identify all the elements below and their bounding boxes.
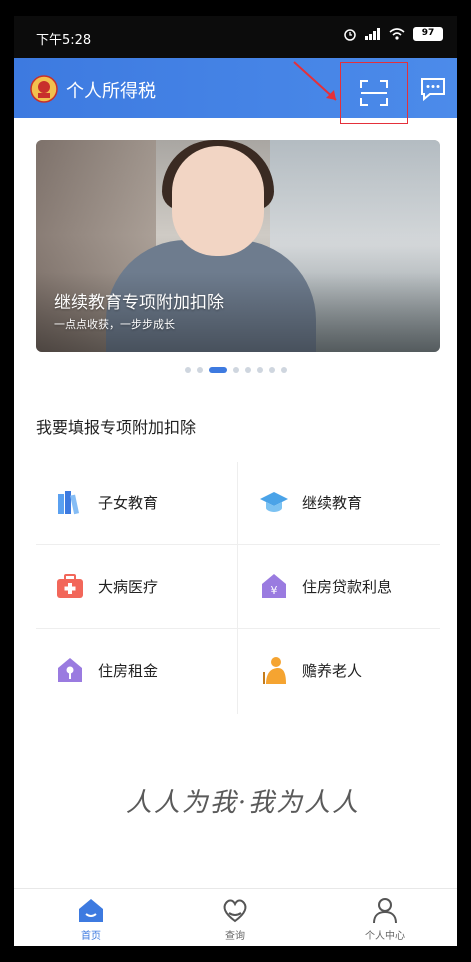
carousel-dot[interactable] <box>184 367 191 373</box>
carousel-dot[interactable] <box>208 367 227 373</box>
carousel-dot[interactable] <box>280 367 287 373</box>
carousel-dot[interactable] <box>232 367 239 373</box>
person-icon <box>373 898 397 924</box>
rent-key-icon <box>58 658 82 682</box>
section-title: 我要填报专项附加扣除 <box>36 418 197 437</box>
deduction-item-elderly-support[interactable]: 赡养老人 <box>240 630 440 710</box>
banner-carousel[interactable]: 继续教育专项附加扣除 一点点收获，一步步成长 <box>36 140 440 352</box>
books-icon <box>58 491 80 515</box>
deduction-label: 赡养老人 <box>302 661 363 680</box>
medical-kit-icon <box>57 574 83 598</box>
deduction-item-medical[interactable]: 大病医疗 <box>36 546 236 626</box>
svg-text:¥: ¥ <box>271 584 278 597</box>
tax-emblem-icon <box>30 75 58 103</box>
message-icon[interactable] <box>419 76 447 102</box>
deduction-item-rent[interactable]: 住房租金 <box>36 630 236 710</box>
deduction-item-child-education[interactable]: 子女教育 <box>36 462 236 542</box>
battery-icon: 97 <box>413 27 443 41</box>
tab-label: 查询 <box>225 931 245 942</box>
carousel-dot[interactable] <box>268 367 275 373</box>
bottom-tab-bar: 首页 查询 个人中心 <box>14 888 457 946</box>
annotation-arrow-icon <box>293 61 337 101</box>
carousel-dot[interactable] <box>196 367 203 373</box>
tab-label: 首页 <box>81 931 101 942</box>
tab-query[interactable]: 查询 <box>180 895 290 942</box>
heart-search-icon <box>223 899 247 923</box>
scan-icon <box>360 80 388 106</box>
deduction-label: 住房租金 <box>98 661 159 680</box>
signal-icon <box>365 28 381 40</box>
grid-divider <box>36 628 440 629</box>
status-bar: 下午5:28 97 <box>14 16 457 58</box>
graduation-cap-icon <box>260 492 288 512</box>
carousel-indicator[interactable] <box>14 367 457 373</box>
home-icon <box>79 899 103 922</box>
deduction-label: 大病医疗 <box>98 577 159 596</box>
deduction-item-continuing-education[interactable]: 继续教育 <box>240 462 440 542</box>
deduction-item-housing-loan[interactable]: ¥ 住房贷款利息 <box>240 546 440 626</box>
alarm-icon <box>343 27 357 41</box>
banner-subtitle: 一点点收获，一步步成长 <box>54 318 175 331</box>
phone-screen: 下午5:28 97 个人所得税 继续教育专项附加扣除 一点点收获，一步步成长 我… <box>14 16 457 946</box>
scan-button[interactable] <box>340 62 408 124</box>
banner-title: 继续教育专项附加扣除 <box>54 293 224 313</box>
carousel-dot[interactable] <box>256 367 263 373</box>
elderly-icon <box>263 657 286 684</box>
house-loan-icon: ¥ <box>262 574 286 598</box>
status-icons: 97 <box>343 27 443 41</box>
tab-home[interactable]: 首页 <box>36 895 146 942</box>
grid-divider <box>36 544 440 545</box>
deduction-label: 子女教育 <box>98 493 159 512</box>
app-header: 个人所得税 <box>14 58 457 124</box>
status-time: 下午5:28 <box>36 33 92 48</box>
grid-divider <box>237 462 238 714</box>
deduction-grid: 子女教育 继续教育 大病医疗 ¥ 住房贷款利息 住房租金 赡养老人 <box>36 462 440 714</box>
tab-personal-center[interactable]: 个人中心 <box>330 895 440 942</box>
wifi-icon <box>389 28 405 40</box>
slogan-text: 人人为我·我为人人 <box>125 788 361 818</box>
carousel-dot[interactable] <box>244 367 251 373</box>
banner-person <box>172 146 264 256</box>
slogan: 人人为我·我为人人 <box>98 776 388 832</box>
deduction-label: 继续教育 <box>302 493 363 512</box>
app-title: 个人所得税 <box>66 81 156 102</box>
tab-label: 个人中心 <box>365 931 405 942</box>
deduction-label: 住房贷款利息 <box>302 577 393 596</box>
